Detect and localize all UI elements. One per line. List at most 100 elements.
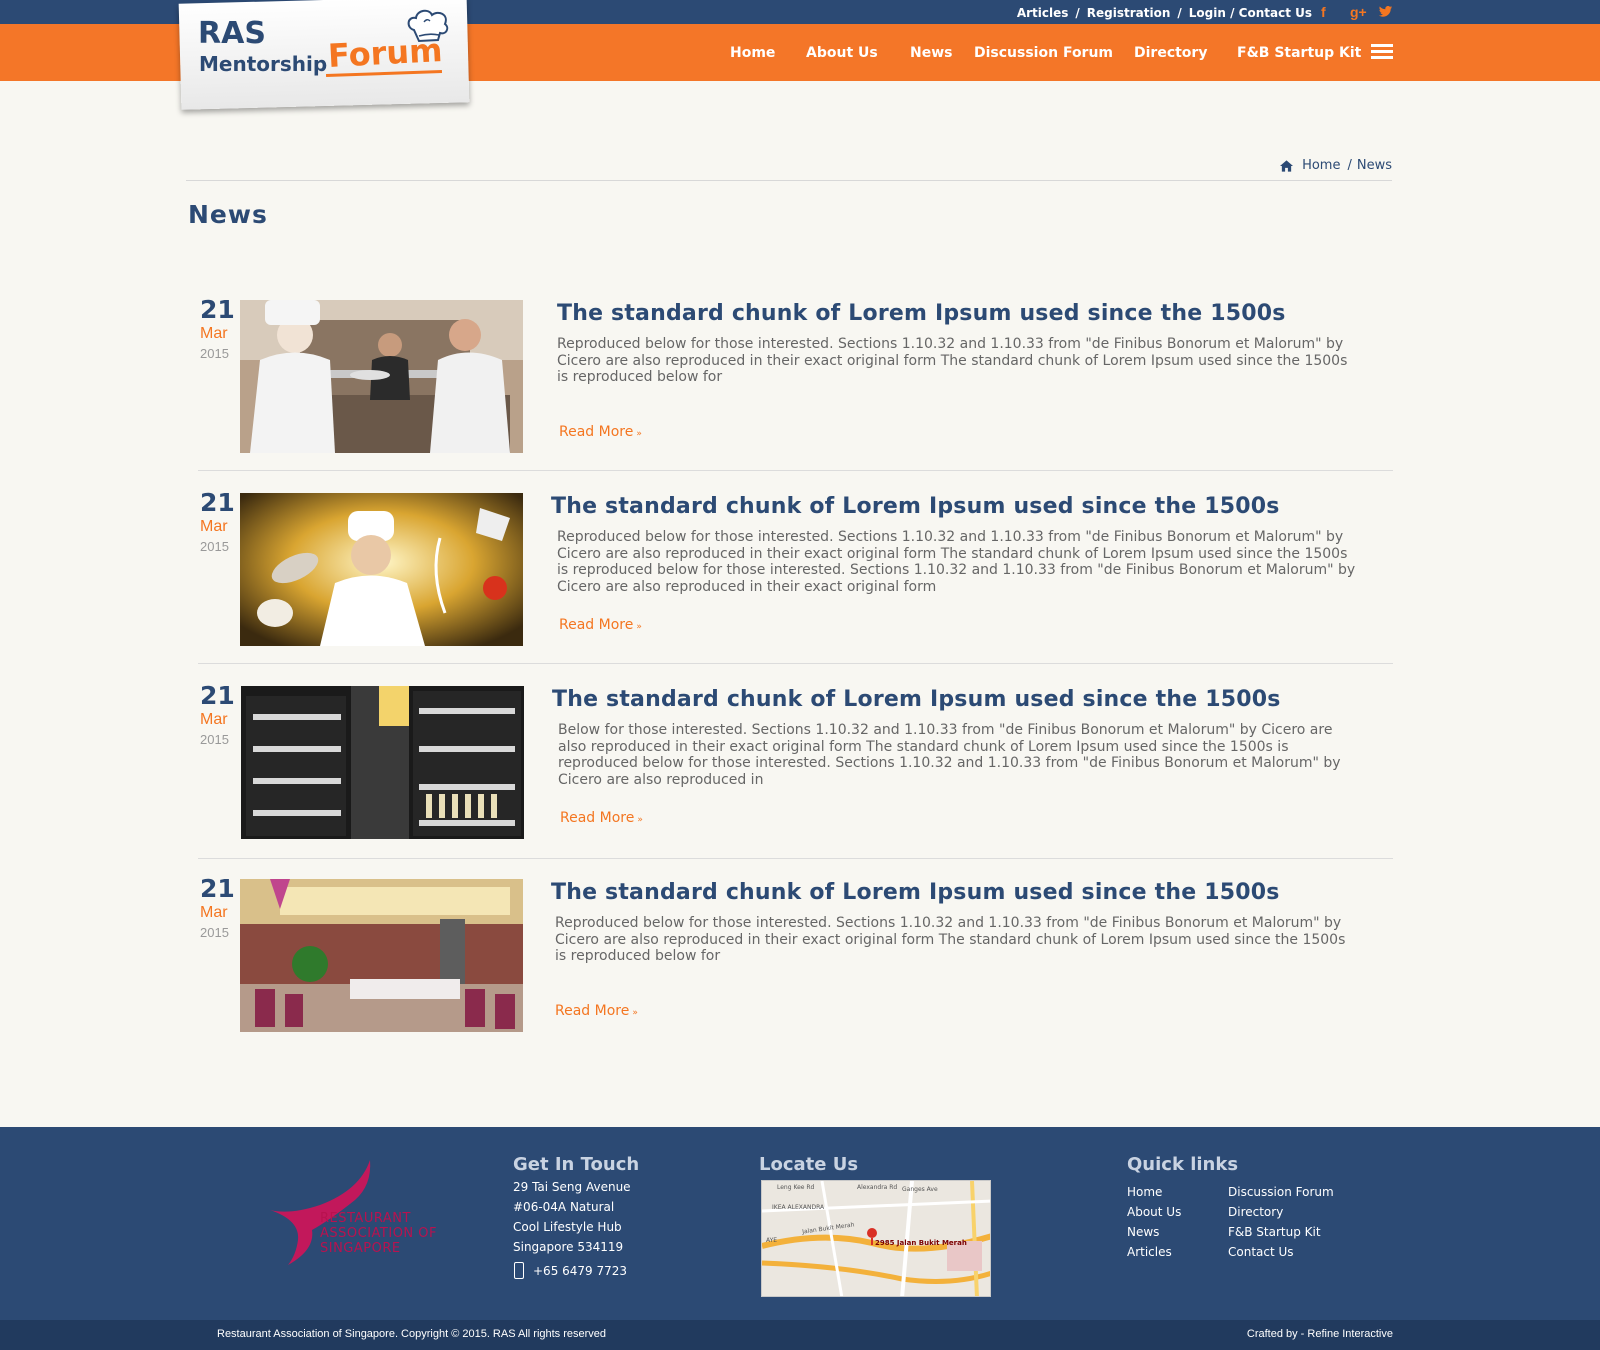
top-link-articles[interactable]: Articles xyxy=(1017,6,1069,20)
read-more-link[interactable]: Read More» xyxy=(559,617,642,633)
news-image-restaurant-hall[interactable] xyxy=(240,879,523,1032)
copyright-text: Restaurant Association of Singapore. Cop… xyxy=(217,1328,607,1340)
news-date-month: Mar xyxy=(200,518,228,535)
breadcrumb-home[interactable]: Home xyxy=(1302,158,1340,173)
divider xyxy=(198,663,1393,664)
divider xyxy=(198,858,1393,859)
news-date-day: 21 xyxy=(200,681,235,710)
footer-heading-get-in-touch: Get In Touch xyxy=(513,1154,640,1175)
divider xyxy=(198,470,1393,471)
read-more-label: Read More xyxy=(559,617,634,633)
read-more-arrow-icon: » xyxy=(637,815,643,825)
news-date-year: 2015 xyxy=(200,925,229,940)
news-date-month: Mar xyxy=(200,325,228,342)
news-date: 21 Mar 2015 xyxy=(200,875,240,943)
divider xyxy=(186,180,1392,181)
news-date-year: 2015 xyxy=(200,732,229,747)
ras-logo-text: RESTAURANT ASSOCIATION OF SINGAPORE xyxy=(320,1211,437,1256)
news-date-month: Mar xyxy=(200,904,228,921)
map-road-label: IKEA ALEXANDRA xyxy=(772,1204,825,1211)
nav-fb-startup-kit[interactable]: F&B Startup Kit xyxy=(1237,45,1361,61)
news-date: 21 Mar 2015 xyxy=(200,489,240,557)
news-item: 21 Mar 2015 The standard chunk of Lorem … xyxy=(0,296,1600,486)
read-more-label: Read More xyxy=(559,424,634,440)
news-item: 21 Mar 2015 The standard chunk of Lorem … xyxy=(0,875,1600,1065)
quick-link-directory[interactable]: Directory xyxy=(1228,1205,1283,1219)
crafted-by-link[interactable]: Crafted by - Refine Interactive xyxy=(1247,1328,1393,1340)
logo-ras-text: RAS xyxy=(198,16,266,51)
news-date: 21 Mar 2015 xyxy=(200,682,240,750)
read-more-label: Read More xyxy=(560,810,635,826)
address-line: Cool Lifestyle Hub xyxy=(513,1220,622,1234)
breadcrumb: Home / News xyxy=(1280,158,1392,173)
quick-link-about-us[interactable]: About Us xyxy=(1127,1205,1181,1219)
news-date-day: 21 xyxy=(200,295,235,324)
quick-link-articles[interactable]: Articles xyxy=(1127,1245,1172,1259)
address-line: #06-04A Natural xyxy=(513,1200,615,1214)
news-title[interactable]: The standard chunk of Lorem Ipsum used s… xyxy=(552,687,1281,712)
read-more-link[interactable]: Read More» xyxy=(560,810,643,826)
news-date-year: 2015 xyxy=(200,346,229,361)
read-more-link[interactable]: Read More» xyxy=(555,1003,638,1019)
location-map[interactable]: 2985 Jalan Bukit Merah Jalan Bukit Merah… xyxy=(761,1180,991,1297)
nav-home[interactable]: Home xyxy=(730,45,775,61)
top-link-separator: / xyxy=(1075,6,1080,20)
news-date-day: 21 xyxy=(200,874,235,903)
quick-link-home[interactable]: Home xyxy=(1127,1185,1162,1199)
map-road-label: Leng Kee Rd xyxy=(777,1184,815,1191)
news-date-month: Mar xyxy=(200,711,228,728)
map-road-label: Ganges Ave xyxy=(902,1186,938,1193)
top-link-login-contact[interactable]: Login / Contact Us xyxy=(1189,6,1312,20)
footer-heading-locate-us: Locate Us xyxy=(759,1154,859,1175)
address-line: 29 Tai Seng Avenue xyxy=(513,1180,631,1194)
nav-directory[interactable]: Directory xyxy=(1134,45,1207,61)
phone-number[interactable]: +65 6479 7723 xyxy=(533,1264,627,1278)
logo-mentorship-text: Mentorship xyxy=(199,52,328,76)
nav-about-us[interactable]: About Us xyxy=(806,45,878,61)
read-more-link[interactable]: Read More» xyxy=(559,424,642,440)
page-title: News xyxy=(188,200,268,229)
nav-news[interactable]: News xyxy=(910,45,952,61)
news-title[interactable]: The standard chunk of Lorem Ipsum used s… xyxy=(557,301,1286,326)
read-more-arrow-icon: » xyxy=(636,429,642,439)
news-date-year: 2015 xyxy=(200,539,229,554)
phone-icon xyxy=(514,1262,524,1279)
quick-link-contact-us[interactable]: Contact Us xyxy=(1228,1245,1294,1259)
chef-hat-icon xyxy=(407,9,449,43)
read-more-label: Read More xyxy=(555,1003,630,1019)
quick-link-fb-startup-kit[interactable]: F&B Startup Kit xyxy=(1228,1225,1321,1239)
facebook-icon[interactable]: f xyxy=(1321,4,1326,20)
ras-logo-line: RESTAURANT xyxy=(320,1211,411,1226)
top-links: Articles / Registration / Login / Contact Us xyxy=(1017,6,1312,20)
top-link-registration[interactable]: Registration xyxy=(1087,6,1171,20)
news-date-day: 21 xyxy=(200,488,235,517)
news-item: 21 Mar 2015 The standard chunk of Lorem … xyxy=(0,682,1600,872)
footer-heading-quick-links: Quick links xyxy=(1127,1154,1239,1175)
home-icon xyxy=(1280,159,1294,172)
quick-link-news[interactable]: News xyxy=(1127,1225,1159,1239)
breadcrumb-separator: / xyxy=(1347,158,1352,173)
quick-link-discussion-forum[interactable]: Discussion Forum xyxy=(1228,1185,1334,1199)
read-more-arrow-icon: » xyxy=(632,1008,638,1018)
news-image-kitchen-chefs[interactable] xyxy=(240,300,523,453)
news-date: 21 Mar 2015 xyxy=(200,296,240,364)
news-excerpt: Reproduced below for those interested. S… xyxy=(557,529,1356,596)
breadcrumb-current: News xyxy=(1356,158,1392,173)
nav-discussion-forum[interactable]: Discussion Forum xyxy=(974,45,1113,61)
menu-icon[interactable] xyxy=(1371,44,1393,60)
google-plus-icon[interactable]: g+ xyxy=(1350,4,1367,20)
news-image-chef-flour[interactable] xyxy=(240,493,523,646)
map-road-label: AYE xyxy=(766,1237,778,1244)
map-road-label: Alexandra Rd xyxy=(857,1184,898,1191)
top-link-separator: / xyxy=(1177,6,1182,20)
twitter-icon[interactable] xyxy=(1378,6,1393,18)
read-more-arrow-icon: » xyxy=(636,622,642,632)
news-excerpt: Below for those interested. Sections 1.1… xyxy=(558,722,1341,789)
address-line: Singapore 534119 xyxy=(513,1240,624,1254)
ras-logo-line: ASSOCIATION OF xyxy=(320,1226,437,1241)
map-pin-label: 2985 Jalan Bukit Merah xyxy=(875,1239,967,1247)
news-image-wine-racks[interactable] xyxy=(241,686,524,839)
news-title[interactable]: The standard chunk of Lorem Ipsum used s… xyxy=(551,880,1280,905)
news-item: 21 Mar 2015 The standard chunk of Lorem … xyxy=(0,489,1600,679)
news-title[interactable]: The standard chunk of Lorem Ipsum used s… xyxy=(551,494,1280,519)
